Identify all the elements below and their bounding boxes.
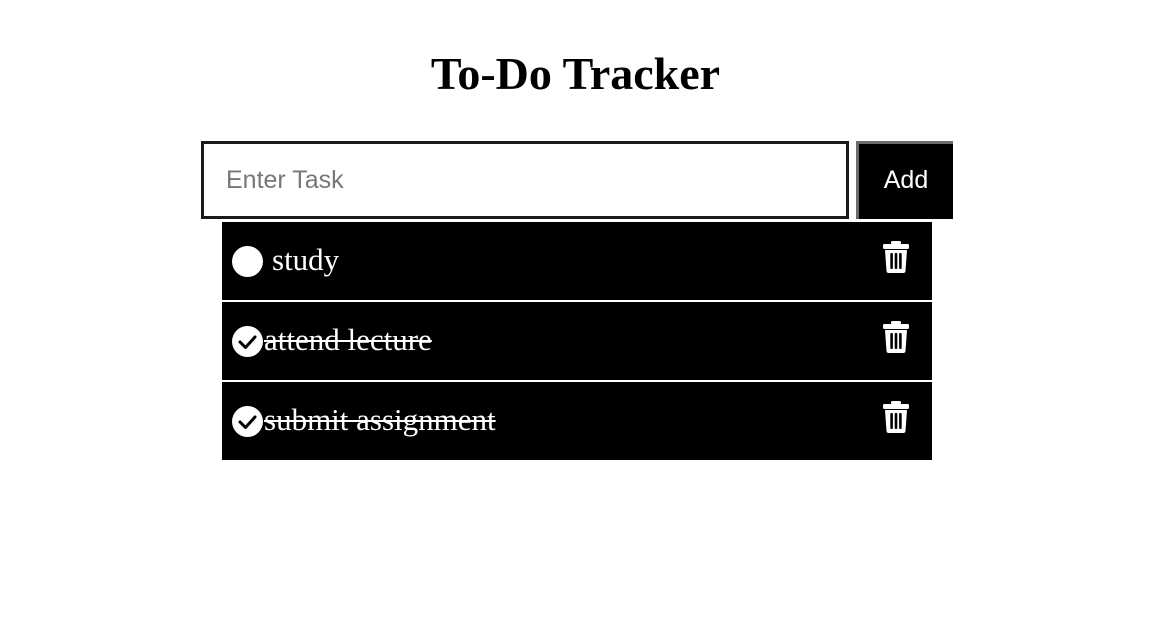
check-circle-icon[interactable]: [232, 326, 263, 357]
add-task-button[interactable]: Add: [856, 141, 953, 219]
trash-icon[interactable]: [882, 321, 910, 353]
task-item: study: [222, 222, 932, 300]
task-text: submit assignment: [264, 402, 496, 437]
trash-icon[interactable]: [882, 241, 910, 273]
task-item: submit assignment: [222, 382, 932, 460]
check-circle-icon[interactable]: [232, 406, 263, 437]
check-circle-icon[interactable]: [232, 246, 263, 277]
task-list: study attend lecture submit assignment: [222, 222, 932, 462]
task-text: study: [272, 242, 340, 277]
task-input[interactable]: [201, 141, 849, 219]
trash-icon[interactable]: [882, 401, 910, 433]
task-text: attend lecture: [264, 322, 432, 357]
page-title: To-Do Tracker: [430, 48, 721, 99]
task-item: attend lecture: [222, 302, 932, 380]
